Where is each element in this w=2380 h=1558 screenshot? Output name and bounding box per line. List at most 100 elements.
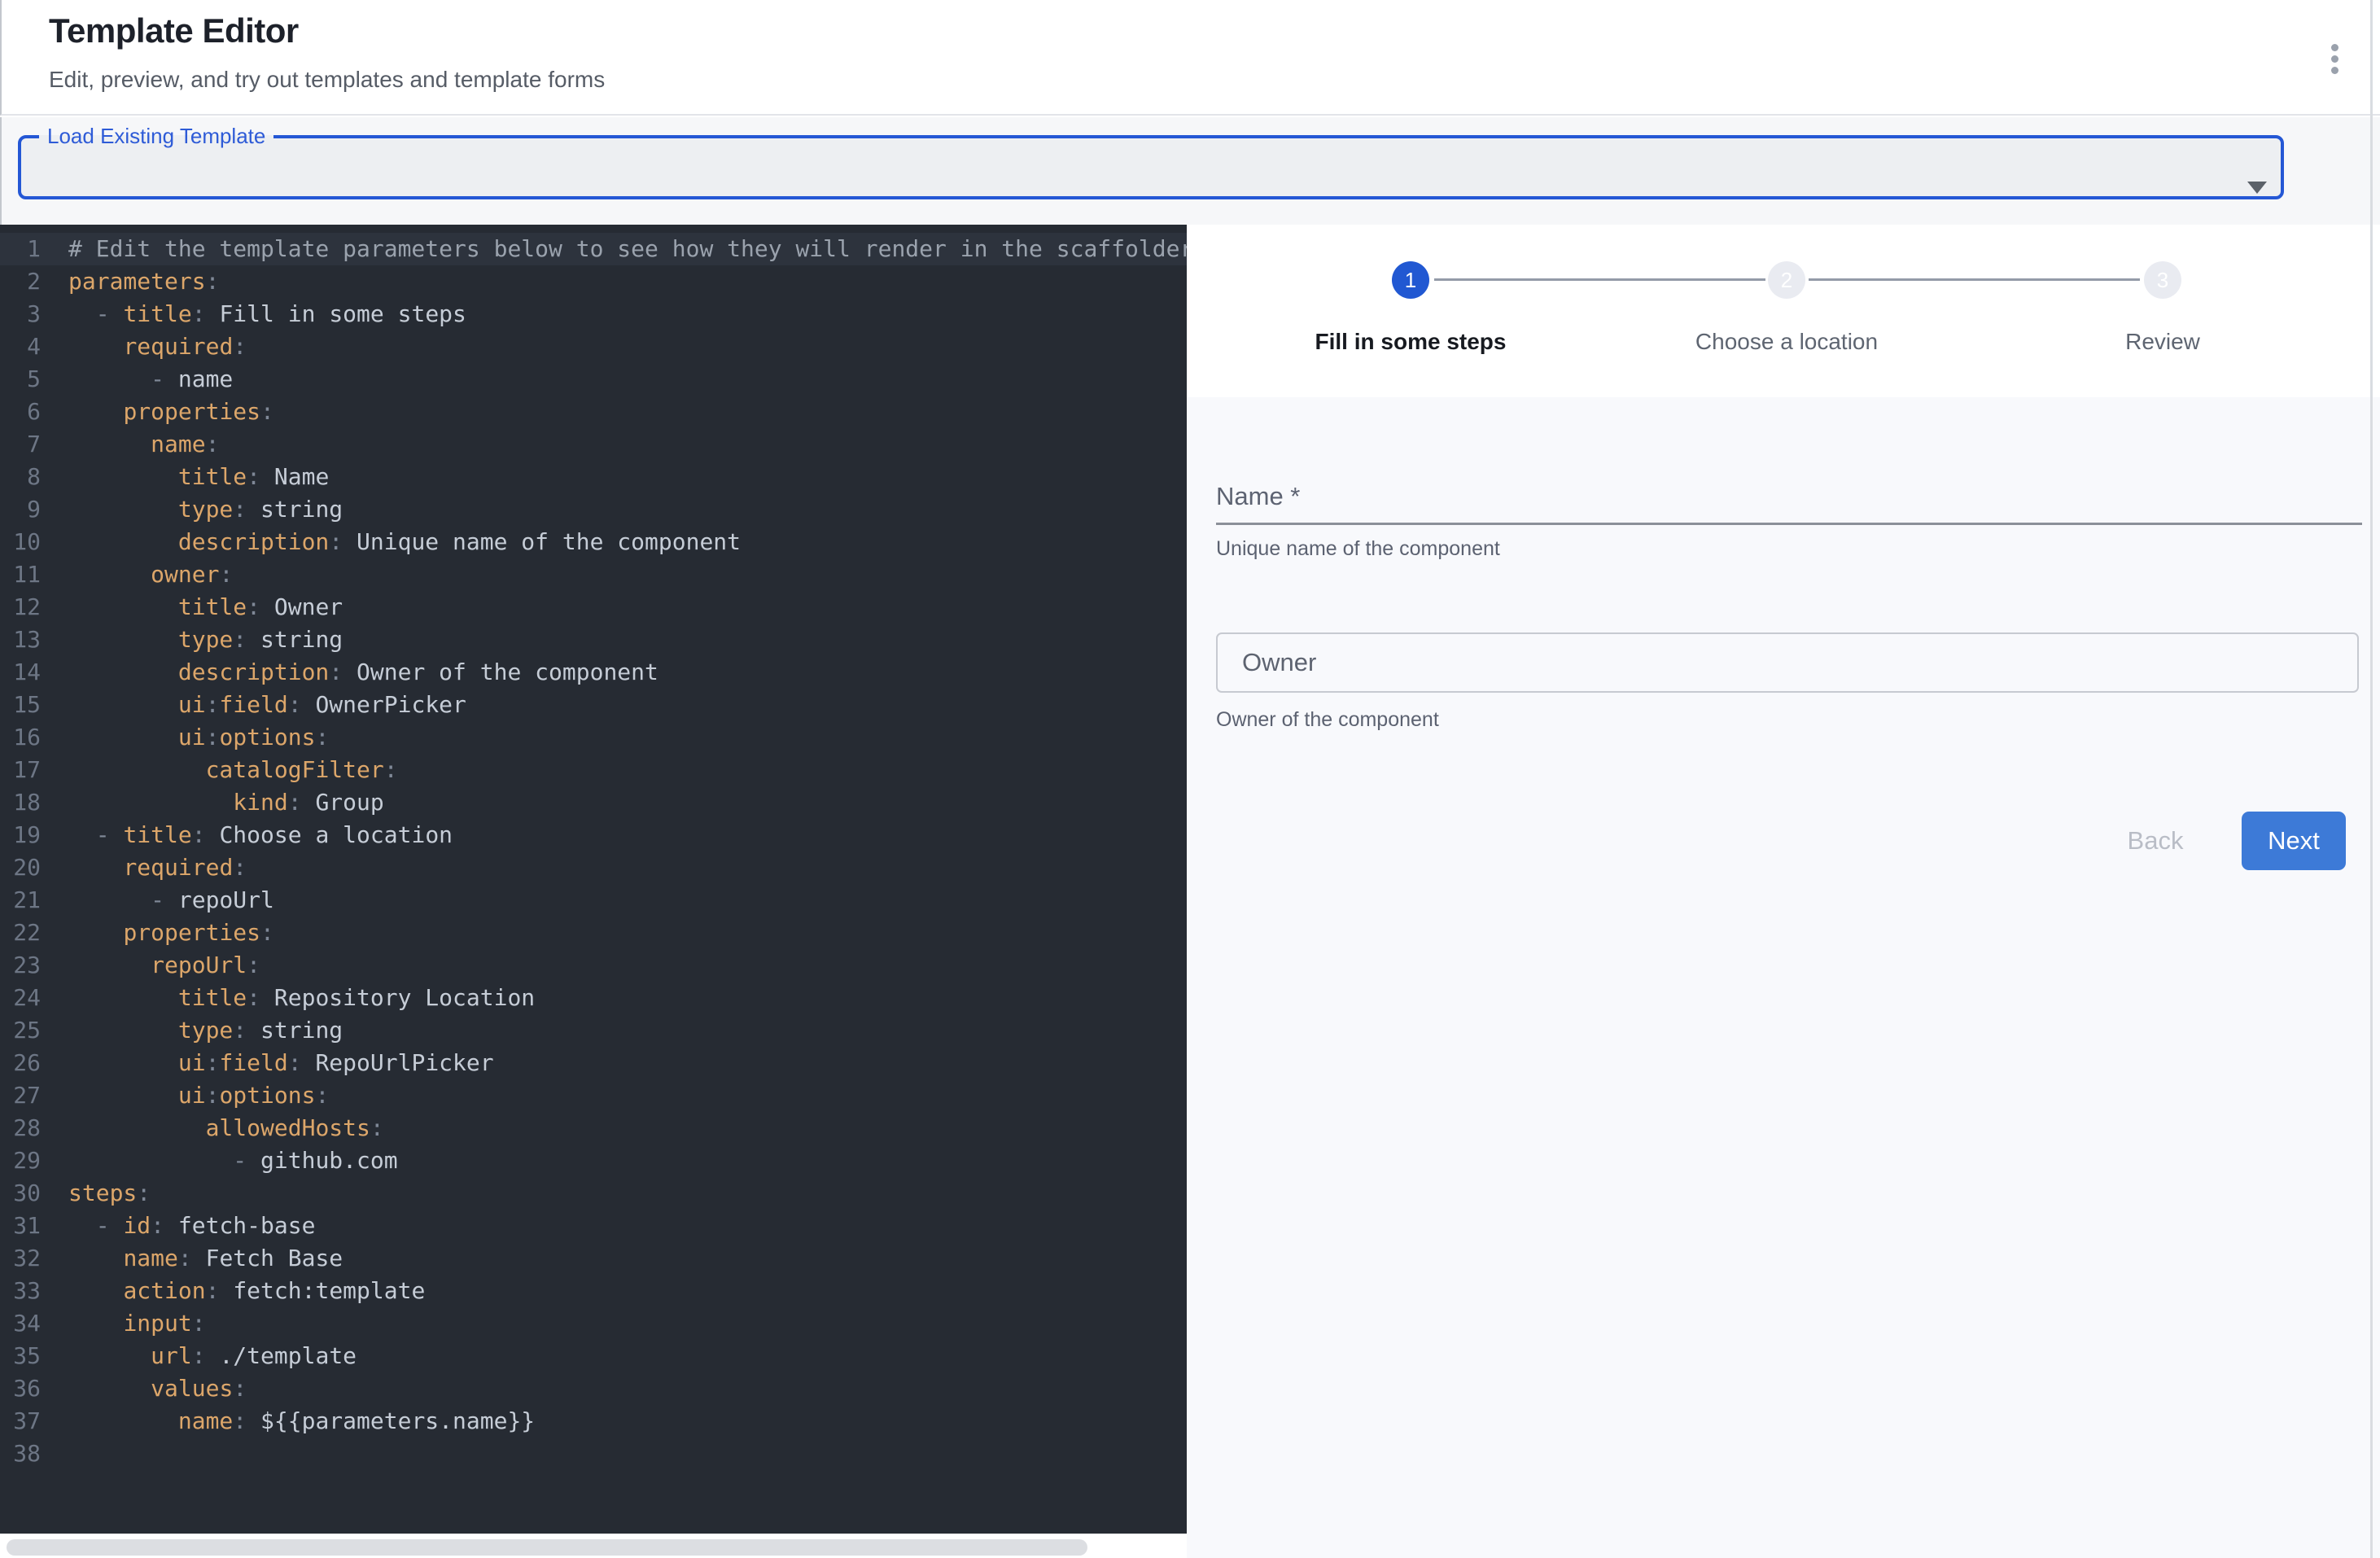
line-number: 3: [0, 298, 41, 330]
chevron-down-icon: [2247, 182, 2267, 194]
code-line: 28 allowedHosts:: [0, 1112, 1187, 1144]
line-number: 4: [0, 330, 41, 363]
more-options-button[interactable]: [2315, 39, 2354, 78]
kebab-dot-icon: [2331, 55, 2338, 63]
load-existing-template-select[interactable]: Load Existing Template: [18, 124, 2284, 199]
line-number: 12: [0, 591, 41, 624]
code-line: 2parameters:: [0, 265, 1187, 298]
line-number: 24: [0, 982, 41, 1014]
code-line: 11 owner:: [0, 558, 1187, 591]
owner-helper-text: Owner of the component: [1216, 708, 1439, 732]
line-number: 30: [0, 1177, 41, 1210]
stepper: 1 Fill in some steps 2 Choose a location 3 Re…: [1187, 225, 2380, 397]
code-line: 3 - title: Fill in some steps: [0, 298, 1187, 330]
horizontal-scrollbar: [0, 1534, 1187, 1558]
code-line: 37 name: ${{parameters.name}}: [0, 1405, 1187, 1438]
scrollbar-thumb[interactable]: [7, 1539, 1087, 1556]
line-number: 35: [0, 1340, 41, 1372]
code-line: 31 - id: fetch-base: [0, 1210, 1187, 1242]
name-helper-text: Unique name of the component: [1216, 537, 1500, 561]
stepper-connector: [1434, 278, 1765, 281]
owner-input[interactable]: [1242, 636, 2333, 689]
code-line: 35 url: ./template: [0, 1340, 1187, 1372]
step-label: Fill in some steps: [1315, 329, 1507, 355]
code-line: 36 values:: [0, 1372, 1187, 1405]
code-line: 4 required:: [0, 330, 1187, 363]
page-subtitle: Edit, preview, and try out templates and…: [49, 67, 605, 93]
line-number: 1: [0, 233, 41, 265]
line-number: 31: [0, 1210, 41, 1242]
code-line: 22 properties:: [0, 917, 1187, 949]
line-number: 25: [0, 1014, 41, 1047]
code-line: 13 type: string: [0, 624, 1187, 656]
code-editor[interactable]: 1# Edit the template parameters below to…: [0, 225, 1187, 1534]
code-line: 25 type: string: [0, 1014, 1187, 1047]
template-loader-section: Load Existing Template: [0, 117, 2380, 225]
line-number: 14: [0, 656, 41, 689]
code-line: 5 - name: [0, 363, 1187, 396]
stepper-connector: [1809, 278, 2140, 281]
select-label: Load Existing Template: [39, 124, 273, 149]
line-number: 32: [0, 1242, 41, 1275]
line-number: 33: [0, 1275, 41, 1307]
step-number-badge: 1: [1392, 261, 1429, 299]
code-line: 10 description: Unique name of the compo…: [0, 526, 1187, 558]
back-button[interactable]: Back: [2107, 812, 2204, 870]
line-number: 36: [0, 1372, 41, 1405]
code-line: 29 - github.com: [0, 1144, 1187, 1177]
code-line: 6 properties:: [0, 396, 1187, 428]
stepper-steps: 1 Fill in some steps 2 Choose a location 3 Re…: [1223, 225, 2351, 355]
line-number: 10: [0, 526, 41, 558]
code-line: 16 ui:options:: [0, 721, 1187, 754]
step-number-badge: 3: [2144, 261, 2181, 299]
code-line: 18 kind: Group: [0, 786, 1187, 819]
line-number: 8: [0, 461, 41, 493]
preview-panel: 1 Fill in some steps 2 Choose a location 3 Re…: [1187, 225, 2380, 1558]
line-number: 16: [0, 721, 41, 754]
line-number: 6: [0, 396, 41, 428]
step-label: Choose a location: [1695, 329, 1878, 355]
code-line: 21 - repoUrl: [0, 884, 1187, 917]
step-number-badge: 2: [1768, 261, 1805, 299]
name-field-underline: [1216, 523, 2362, 525]
name-input[interactable]: [1216, 479, 2362, 521]
step-label: Review: [2125, 329, 2200, 355]
line-number: 11: [0, 558, 41, 591]
next-button[interactable]: Next: [2242, 812, 2346, 870]
kebab-dot-icon: [2331, 67, 2338, 74]
page-title: Template Editor: [49, 11, 299, 50]
line-number: 26: [0, 1047, 41, 1079]
code-line: 32 name: Fetch Base: [0, 1242, 1187, 1275]
line-number: 34: [0, 1307, 41, 1340]
line-number: 38: [0, 1438, 41, 1470]
owner-field: [1216, 632, 2359, 693]
line-number: 17: [0, 754, 41, 786]
code-line: 27 ui:options:: [0, 1079, 1187, 1112]
line-number: 29: [0, 1144, 41, 1177]
code-line: 1# Edit the template parameters below to…: [0, 233, 1187, 265]
line-number: 23: [0, 949, 41, 982]
code-line: 9 type: string: [0, 493, 1187, 526]
line-number: 21: [0, 884, 41, 917]
kebab-dot-icon: [2331, 44, 2338, 51]
code-line: 34 input:: [0, 1307, 1187, 1340]
code-line: 26 ui:field: RepoUrlPicker: [0, 1047, 1187, 1079]
code-line: 8 title: Name: [0, 461, 1187, 493]
code-line: 24 title: Repository Location: [0, 982, 1187, 1014]
code-line: 17 catalogFilter:: [0, 754, 1187, 786]
line-number: 5: [0, 363, 41, 396]
line-number: 2: [0, 265, 41, 298]
code-line: 19 - title: Choose a location: [0, 819, 1187, 851]
code-line: 12 title: Owner: [0, 591, 1187, 624]
right-edge-border: [2370, 0, 2373, 1558]
preview-form: Name * Unique name of the component Owne…: [1187, 397, 2380, 1558]
stepper-step: 2 Choose a location: [1599, 225, 1975, 355]
line-number: 19: [0, 819, 41, 851]
line-number: 18: [0, 786, 41, 819]
code-line: 15 ui:field: OwnerPicker: [0, 689, 1187, 721]
line-number: 28: [0, 1112, 41, 1144]
line-number: 27: [0, 1079, 41, 1112]
code-line: 33 action: fetch:template: [0, 1275, 1187, 1307]
stepper-step: 1 Fill in some steps: [1223, 225, 1599, 355]
code-line: 23 repoUrl:: [0, 949, 1187, 982]
